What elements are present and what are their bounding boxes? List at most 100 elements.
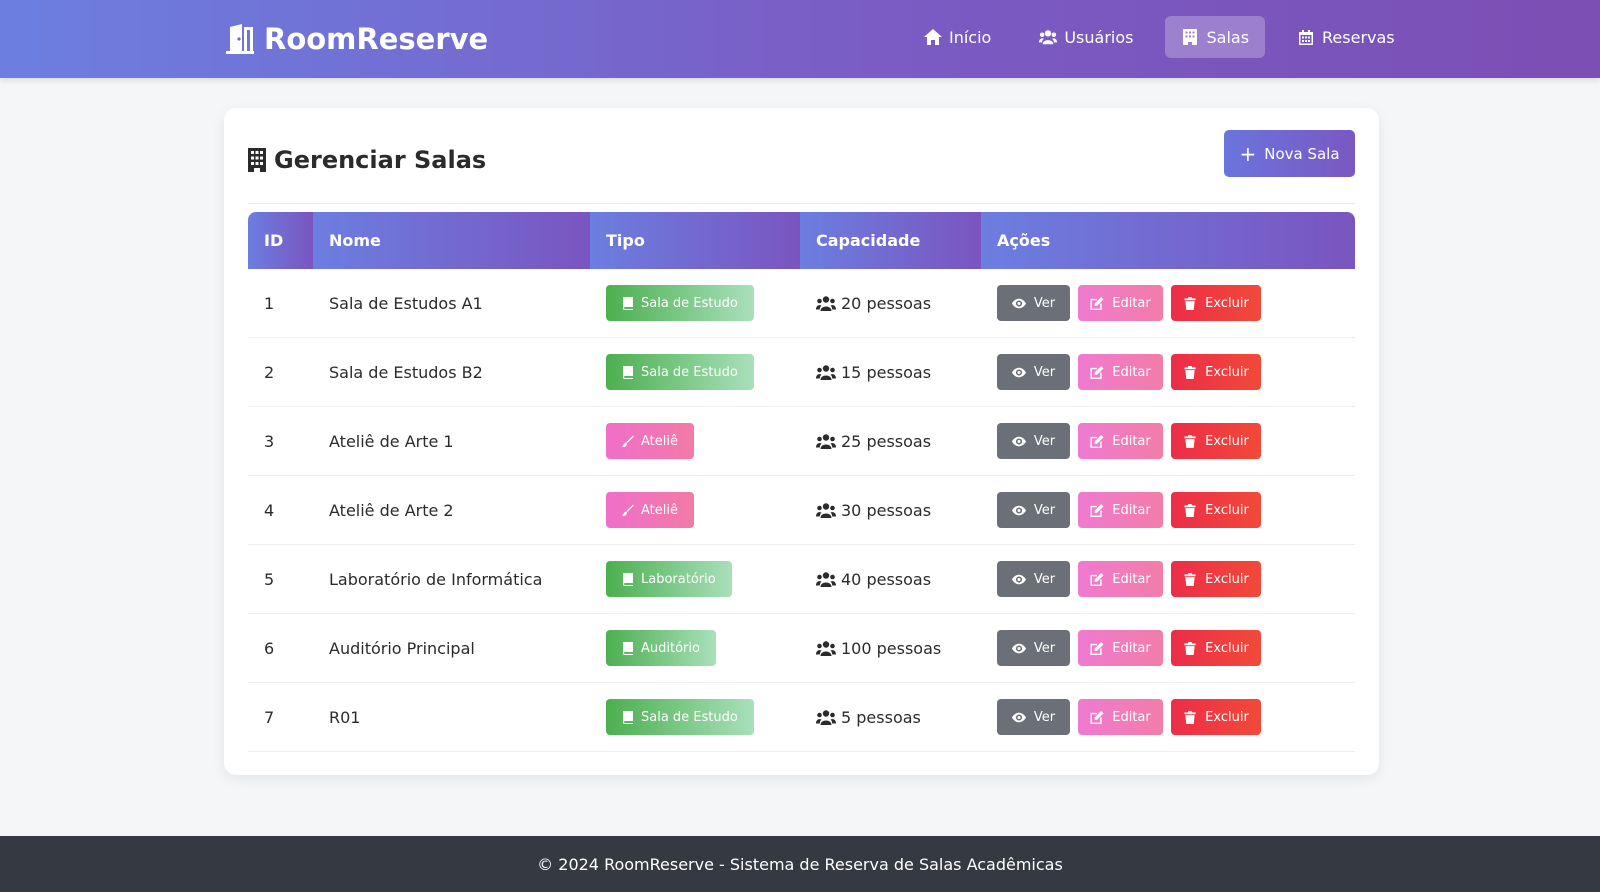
view-label: Ver — [1033, 571, 1056, 587]
trash-icon — [1184, 710, 1196, 724]
capacity: 40 pessoas — [816, 570, 931, 589]
rooms-card: Gerenciar Salas + Nova Sala ID Nome Tipo… — [224, 108, 1379, 775]
edit-icon — [1090, 710, 1104, 724]
new-room-button[interactable]: + Nova Sala — [1224, 130, 1355, 177]
table-row: 3 Ateliê de Arte 1 Ateliê 25 pessoas Ver… — [248, 407, 1355, 476]
capacity-label: 20 pessoas — [841, 293, 932, 313]
row-actions: Ver Editar Excluir — [997, 699, 1261, 735]
view-label: Ver — [1033, 640, 1056, 656]
users-icon — [816, 640, 836, 656]
cell-acoes: Ver Editar Excluir — [981, 561, 1355, 597]
view-button[interactable]: Ver — [997, 285, 1070, 321]
table-row: 5 Laboratório de Informática Laboratório… — [248, 545, 1355, 614]
row-actions: Ver Editar Excluir — [997, 423, 1261, 459]
eye-icon — [1011, 643, 1026, 653]
edit-label: Editar — [1112, 709, 1151, 725]
delete-button[interactable]: Excluir — [1171, 354, 1261, 390]
book-icon — [623, 710, 633, 724]
edit-button[interactable]: Editar — [1078, 492, 1163, 528]
cell-nome: Sala de Estudos A1 — [329, 293, 483, 313]
cell-acoes: Ver Editar Excluir — [981, 630, 1355, 666]
delete-button[interactable]: Excluir — [1171, 492, 1261, 528]
edit-button[interactable]: Editar — [1078, 561, 1163, 597]
edit-label: Editar — [1112, 502, 1151, 518]
view-label: Ver — [1033, 709, 1056, 725]
table-row: 7 R01 Sala de Estudo 5 pessoas Ver Edita… — [248, 683, 1355, 752]
footer-text: © 2024 RoomReserve - Sistema de Reserva … — [537, 854, 1063, 874]
nav-item-usuarios[interactable]: Usuários — [1023, 16, 1149, 58]
page-title-text: Gerenciar Salas — [274, 146, 487, 174]
cell-capacidade: 40 pessoas — [800, 570, 981, 589]
users-icon — [816, 295, 836, 311]
eye-icon — [1011, 298, 1026, 308]
rooms-table: ID Nome Tipo Capacidade Ações 1 Sala de … — [248, 212, 1355, 752]
view-button[interactable]: Ver — [997, 630, 1070, 666]
cell-id: 6 — [264, 638, 275, 658]
column-header-acoes: Ações — [981, 212, 1355, 269]
view-button[interactable]: Ver — [997, 492, 1070, 528]
cell-id: 2 — [264, 362, 275, 382]
delete-button[interactable]: Excluir — [1171, 699, 1261, 735]
eye-icon — [1011, 712, 1026, 722]
capacity: 100 pessoas — [816, 639, 941, 658]
view-button[interactable]: Ver — [997, 699, 1070, 735]
cell-id: 5 — [264, 569, 275, 589]
nav-item-reservas[interactable]: Reservas — [1281, 16, 1411, 58]
column-header-nome[interactable]: Nome — [313, 212, 590, 269]
cell-tipo: Laboratório — [590, 561, 800, 597]
view-button[interactable]: Ver — [997, 423, 1070, 459]
column-header-capacidade[interactable]: Capacidade — [800, 212, 981, 269]
cell-capacidade: 15 pessoas — [800, 363, 981, 382]
room-type-label: Sala de Estudo — [641, 295, 738, 311]
edit-icon — [1090, 296, 1104, 310]
view-label: Ver — [1033, 364, 1056, 380]
capacity: 25 pessoas — [816, 432, 931, 451]
room-type-badge: Auditório — [606, 630, 716, 666]
room-type-label: Sala de Estudo — [641, 709, 738, 725]
footer: © 2024 RoomReserve - Sistema de Reserva … — [0, 836, 1600, 892]
view-button[interactable]: Ver — [997, 354, 1070, 390]
book-icon — [623, 365, 633, 379]
cell-tipo: Sala de Estudo — [590, 699, 800, 735]
capacity: 20 pessoas — [816, 294, 931, 313]
edit-button[interactable]: Editar — [1078, 354, 1163, 390]
row-actions: Ver Editar Excluir — [997, 354, 1261, 390]
page-title: Gerenciar Salas — [248, 140, 486, 180]
nav-item-salas[interactable]: Salas — [1165, 16, 1266, 58]
column-header-id[interactable]: ID — [248, 212, 313, 269]
room-type-badge: Sala de Estudo — [606, 354, 754, 390]
delete-button[interactable]: Excluir — [1171, 561, 1261, 597]
book-icon — [623, 296, 633, 310]
users-icon — [816, 364, 836, 380]
delete-button[interactable]: Excluir — [1171, 285, 1261, 321]
capacity: 15 pessoas — [816, 363, 931, 382]
cell-acoes: Ver Editar Excluir — [981, 699, 1355, 735]
edit-button[interactable]: Editar — [1078, 423, 1163, 459]
row-actions: Ver Editar Excluir — [997, 285, 1261, 321]
brand-logo[interactable]: RoomReserve — [224, 18, 488, 60]
delete-button[interactable]: Excluir — [1171, 423, 1261, 459]
column-header-tipo[interactable]: Tipo — [590, 212, 800, 269]
eye-icon — [1011, 505, 1026, 515]
users-icon — [816, 571, 836, 587]
room-type-label: Ateliê — [641, 502, 678, 518]
users-icon — [1039, 30, 1058, 45]
edit-icon — [1090, 503, 1104, 517]
edit-button[interactable]: Editar — [1078, 699, 1163, 735]
table-row: 1 Sala de Estudos A1 Sala de Estudo 20 p… — [248, 269, 1355, 338]
view-button[interactable]: Ver — [997, 561, 1070, 597]
trash-icon — [1184, 365, 1196, 379]
edit-icon — [1090, 572, 1104, 586]
view-label: Ver — [1033, 502, 1056, 518]
edit-button[interactable]: Editar — [1078, 630, 1163, 666]
nav-item-inicio[interactable]: Início — [908, 16, 1007, 58]
users-icon — [816, 502, 836, 518]
delete-button[interactable]: Excluir — [1171, 630, 1261, 666]
edit-label: Editar — [1112, 295, 1151, 311]
edit-icon — [1090, 434, 1104, 448]
cell-nome: Laboratório de Informática — [329, 569, 543, 589]
cell-id: 4 — [264, 500, 275, 520]
card-header: Gerenciar Salas + Nova Sala — [248, 130, 1355, 204]
edit-button[interactable]: Editar — [1078, 285, 1163, 321]
nav-item-label: Salas — [1206, 27, 1250, 47]
